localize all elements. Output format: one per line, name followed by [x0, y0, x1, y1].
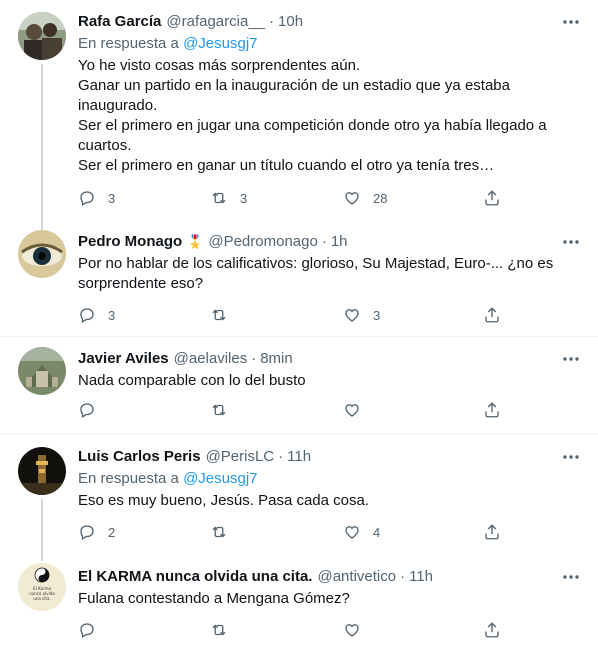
share-button[interactable] — [483, 401, 501, 419]
avatar-pedro-monago[interactable] — [18, 230, 66, 278]
author-name[interactable]: Luis Carlos Peris — [78, 447, 201, 467]
medal-icon: 🎖️ — [187, 234, 204, 249]
share-icon — [485, 307, 499, 323]
thread-line — [41, 555, 43, 561]
author-handle[interactable]: @antivetico — [317, 567, 396, 587]
reply-mention-link[interactable]: @Jesusgj7 — [183, 470, 257, 487]
reply-context: En respuesta a @Jesusgj7 — [78, 34, 582, 54]
reply-prefix: En respuesta a — [78, 35, 179, 52]
retweet-icon — [212, 404, 226, 416]
timestamp[interactable]: 1h — [331, 232, 348, 252]
separator-dot: · — [321, 233, 327, 250]
share-icon — [485, 402, 499, 418]
author-handle[interactable]: @PerisLC — [206, 447, 275, 467]
reply-mention-link[interactable]: @Jesusgj7 — [183, 35, 257, 52]
retweet-icon — [212, 526, 226, 538]
retweet-button[interactable] — [210, 621, 240, 639]
avatar-javier-aviles[interactable] — [18, 347, 66, 395]
separator-dot: · — [251, 350, 257, 367]
retweet-count: 3 — [240, 190, 248, 206]
avatar-luis-carlos-peris[interactable] — [18, 447, 66, 495]
reply-count: 3 — [108, 307, 116, 323]
author-handle[interactable]: @aelaviles — [174, 349, 248, 369]
share-button[interactable] — [483, 189, 501, 207]
share-icon — [485, 190, 499, 206]
separator-dot: · — [400, 568, 406, 585]
like-button[interactable]: 4 — [343, 523, 380, 541]
timestamp[interactable]: 8min — [260, 349, 293, 369]
share-button[interactable] — [483, 306, 501, 324]
tweet-text: Fulana contestando a Mengana Gómez? — [78, 590, 350, 607]
share-icon — [485, 622, 499, 638]
tweet-text: Yo he visto cosas más sorprendentes aún.… — [78, 57, 547, 174]
timestamp[interactable]: 11h — [287, 447, 311, 467]
like-count: 4 — [373, 524, 381, 540]
like-count: 3 — [373, 307, 381, 323]
timestamp[interactable]: 11h — [409, 567, 433, 587]
like-button[interactable]: 3 — [343, 306, 380, 324]
thread-line — [41, 64, 43, 224]
retweet-button[interactable] — [210, 523, 240, 541]
reply-button[interactable] — [78, 401, 108, 419]
author-name[interactable]: Javier Aviles — [78, 349, 169, 369]
reply-count: 3 — [108, 190, 116, 206]
reply-icon — [80, 191, 94, 206]
reply-prefix: En respuesta a — [78, 470, 179, 487]
thread-line — [41, 499, 43, 557]
more-icon[interactable] — [560, 232, 582, 252]
like-icon — [345, 404, 359, 417]
more-icon[interactable] — [560, 567, 582, 587]
retweet-icon — [212, 624, 226, 636]
like-button[interactable] — [343, 401, 373, 419]
svg-text:una cita.: una cita. — [33, 596, 50, 601]
like-icon — [345, 309, 359, 322]
like-icon — [345, 624, 359, 637]
more-icon[interactable] — [560, 12, 582, 32]
reply-icon — [80, 525, 94, 540]
share-button[interactable] — [483, 621, 501, 639]
separator-dot: · — [278, 448, 284, 465]
reply-icon — [80, 308, 94, 323]
like-icon — [345, 192, 359, 205]
reply-count: 2 — [108, 524, 116, 540]
tweet-luis-carlos-peris[interactable]: Luis Carlos Peris @PerisLC · 11h En resp… — [0, 435, 598, 557]
reply-button[interactable]: 2 — [78, 523, 115, 541]
reply-button[interactable]: 3 — [78, 306, 115, 324]
reply-icon — [80, 403, 94, 418]
more-icon[interactable] — [560, 349, 582, 369]
avatar-el-karma[interactable]: El Karma nunca olvida una cita. — [18, 563, 66, 611]
reply-context: En respuesta a @Jesusgj7 — [78, 469, 582, 489]
tweet-text: Eso es muy bueno, Jesús. Pasa cada cosa. — [78, 492, 369, 509]
author-handle[interactable]: @Pedromonago — [208, 232, 317, 252]
reply-button[interactable]: 3 — [78, 189, 115, 207]
author-name[interactable]: Pedro Monago — [78, 232, 182, 252]
share-icon — [485, 524, 499, 540]
thread-line — [41, 222, 43, 230]
avatar-rafa-garcia[interactable] — [18, 12, 66, 60]
tweet-pedro-monago[interactable]: Pedro Monago 🎖️ @Pedromonago · 1h Por no… — [0, 222, 598, 336]
like-count: 28 — [373, 190, 388, 206]
author-name[interactable]: El KARMA nunca olvida una cita. — [78, 567, 312, 587]
retweet-icon — [212, 192, 226, 204]
separator-dot: · — [269, 13, 275, 30]
tweet-text: Por no hablar de los calificativos: glor… — [78, 255, 554, 292]
timestamp[interactable]: 10h — [278, 12, 303, 32]
author-name[interactable]: Rafa García — [78, 12, 161, 32]
reply-button[interactable] — [78, 621, 108, 639]
like-button[interactable]: 28 — [343, 189, 387, 207]
author-handle[interactable]: @rafagarcia__ — [166, 12, 265, 32]
tweet-javier-aviles[interactable]: Javier Aviles @aelaviles · 8min Nada com… — [0, 337, 598, 433]
share-button[interactable] — [483, 523, 501, 541]
like-icon — [345, 526, 359, 539]
tweet-text: Nada comparable con lo del busto — [78, 372, 306, 389]
reply-icon — [80, 623, 94, 638]
tweet-rafa-garcia[interactable]: Rafa García @rafagarcia__ · 10h En respu… — [0, 0, 598, 224]
retweet-button[interactable] — [210, 306, 240, 324]
retweet-icon — [212, 309, 226, 321]
retweet-button[interactable] — [210, 401, 240, 419]
retweet-button[interactable]: 3 — [210, 189, 247, 207]
tweet-el-karma[interactable]: El Karma nunca olvida una cita. El KARMA… — [0, 555, 598, 647]
more-icon[interactable] — [560, 447, 582, 467]
like-button[interactable] — [343, 621, 373, 639]
